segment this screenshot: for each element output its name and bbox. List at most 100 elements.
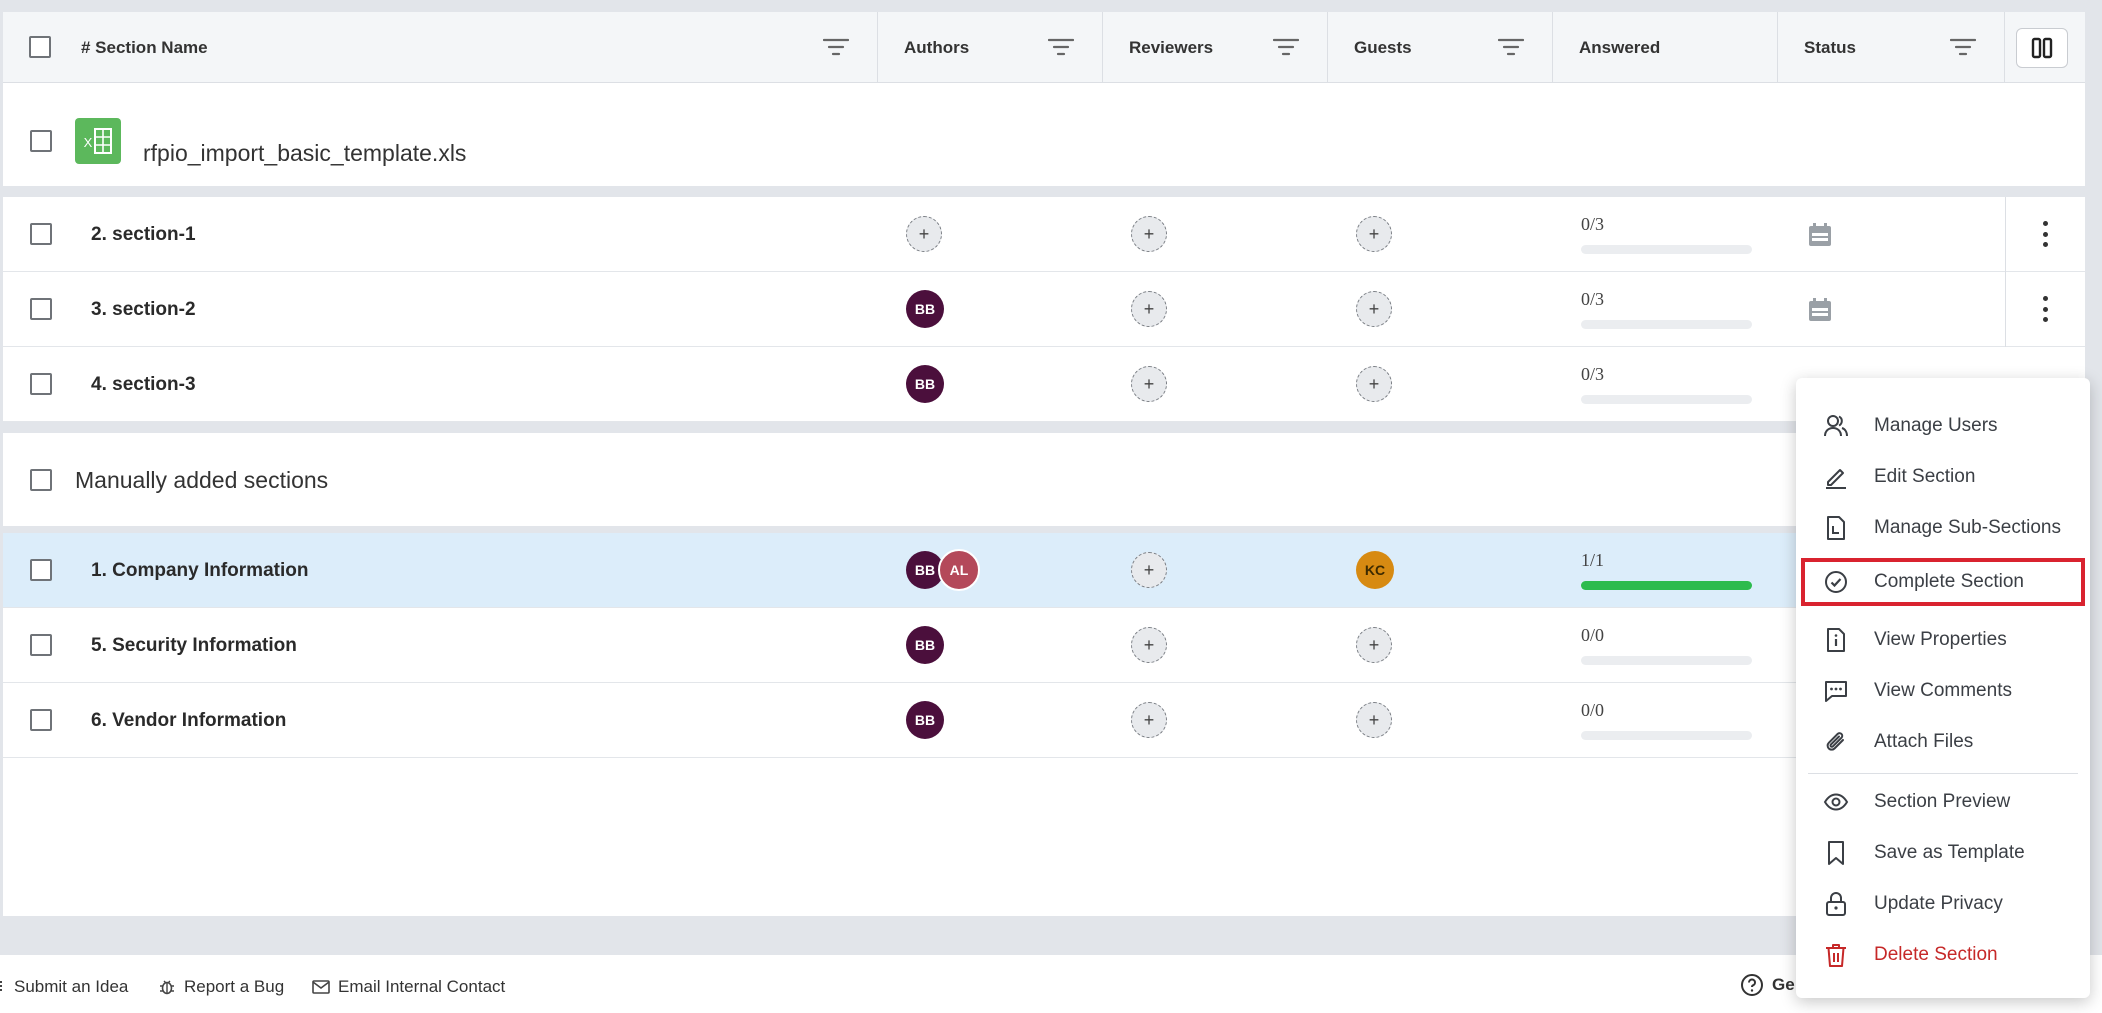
trash-icon	[1822, 941, 1850, 969]
users-icon	[1822, 412, 1850, 440]
sections-table: # Section Name Authors Reviewers Guests …	[3, 12, 2085, 916]
answered-count: 0/3	[1581, 214, 1605, 234]
column-label: Authors	[904, 37, 970, 57]
email-contact-label: Email Internal Contact	[338, 977, 506, 996]
table-row[interactable]: 3. section-2 BB + + 0/3	[3, 272, 2085, 347]
row-checkbox[interactable]	[30, 709, 52, 731]
add-reviewer-button[interactable]: +	[1131, 552, 1167, 588]
group-row-manual[interactable]: Manually added sections	[3, 433, 2085, 526]
section-name: 2. section-1	[91, 224, 196, 245]
lightbulb-icon	[0, 981, 2, 993]
menu-item-label: Delete Section	[1874, 944, 1998, 965]
add-reviewer-button[interactable]: +	[1131, 216, 1167, 252]
avatar[interactable]: BB	[906, 365, 944, 403]
columns-icon	[2031, 37, 2053, 59]
menu-item-complete-section[interactable]: Complete Section	[1801, 558, 2085, 606]
filter-icon[interactable]	[1498, 37, 1524, 57]
help-label: Ge	[1772, 975, 1795, 994]
row-checkbox[interactable]	[30, 223, 52, 245]
filter-icon[interactable]	[1273, 37, 1299, 57]
add-reviewer-button[interactable]: +	[1131, 291, 1167, 327]
avatar[interactable]: BB	[906, 626, 944, 664]
table-row[interactable]: 4. section-3 BB + + 0/3	[3, 347, 2085, 422]
column-answered[interactable]: Answered	[1553, 12, 1778, 83]
add-guest-button[interactable]: +	[1356, 216, 1392, 252]
answered-progress-bar	[1581, 245, 1752, 254]
column-guests[interactable]: Guests	[1328, 12, 1553, 83]
section-name: 6. Vendor Information	[91, 710, 287, 731]
menu-item-delete-section[interactable]: Delete Section	[1796, 931, 2090, 979]
calendar-icon[interactable]	[1807, 222, 1833, 248]
comment-icon	[1822, 677, 1850, 705]
column-label: Reviewers	[1129, 37, 1214, 57]
add-reviewer-button[interactable]: +	[1131, 702, 1167, 738]
row-checkbox[interactable]	[30, 298, 52, 320]
table-row[interactable]: 5. Security Information BB + + 0/0	[3, 608, 2085, 683]
table-row[interactable]: 6. Vendor Information BB + + 0/0	[3, 683, 2085, 758]
answered-count: 0/3	[1581, 364, 1605, 384]
column-label: Guests	[1354, 37, 1412, 57]
group-checkbox[interactable]	[30, 130, 52, 152]
avatar[interactable]: AL	[938, 549, 980, 591]
mail-icon	[312, 980, 330, 994]
menu-item-edit-section[interactable]: Edit Section	[1796, 453, 2090, 501]
add-guest-button[interactable]: +	[1356, 291, 1392, 327]
info-doc-icon	[1822, 626, 1850, 654]
group-checkbox[interactable]	[30, 469, 52, 491]
menu-item-view-comments[interactable]: View Comments	[1796, 667, 2090, 715]
menu-item-section-preview[interactable]: Section Preview	[1796, 778, 2090, 826]
row-checkbox[interactable]	[30, 559, 52, 581]
column-authors[interactable]: Authors	[878, 12, 1103, 83]
menu-divider	[1808, 773, 2078, 774]
menu-item-label: Complete Section	[1874, 571, 2024, 592]
add-reviewer-button[interactable]: +	[1131, 627, 1167, 663]
avatar[interactable]: BB	[906, 290, 944, 328]
report-bug-link[interactable]: Report a Bug	[158, 977, 284, 997]
row-checkbox[interactable]	[30, 373, 52, 395]
section-context-menu: Manage Users Edit Section Manage Sub-Sec…	[1796, 378, 2090, 998]
add-guest-button[interactable]: +	[1356, 366, 1392, 402]
menu-item-label: Save as Template	[1874, 842, 2025, 863]
answered-count: 0/3	[1581, 289, 1605, 309]
table-row[interactable]: 2. section-1 + + + 0/3	[3, 197, 2085, 272]
calendar-icon[interactable]	[1807, 297, 1833, 323]
submit-idea-link[interactable]: Submit an Idea	[0, 977, 128, 997]
eye-icon	[1822, 788, 1850, 816]
menu-item-manage-sub-sections[interactable]: Manage Sub-Sections	[1796, 504, 2090, 552]
row-actions-menu[interactable]	[2040, 221, 2050, 247]
menu-item-label: Manage Sub-Sections	[1874, 517, 2061, 538]
filter-icon[interactable]	[823, 37, 849, 57]
menu-item-update-privacy[interactable]: Update Privacy	[1796, 880, 2090, 928]
select-all-checkbox[interactable]	[29, 36, 51, 58]
report-bug-label: Report a Bug	[184, 977, 285, 996]
add-author-button[interactable]: +	[906, 216, 942, 252]
row-checkbox[interactable]	[30, 634, 52, 656]
row-actions-menu[interactable]	[2040, 296, 2050, 322]
add-guest-button[interactable]: +	[1356, 702, 1392, 738]
add-reviewer-button[interactable]: +	[1131, 366, 1167, 402]
menu-item-attach-files[interactable]: Attach Files	[1796, 718, 2090, 766]
submit-idea-label: Submit an Idea	[14, 977, 129, 996]
filter-icon[interactable]	[1048, 37, 1074, 57]
help-link[interactable]: Ge	[1740, 973, 1795, 997]
menu-item-label: Edit Section	[1874, 466, 1976, 487]
actions-column-divider	[2005, 197, 2006, 347]
column-section-name[interactable]: # Section Name	[3, 12, 878, 83]
table-header: # Section Name Authors Reviewers Guests …	[3, 12, 2085, 83]
group-row-file[interactable]: X rfpio_import_basic_template.xls	[3, 83, 2085, 197]
bookmark-icon	[1822, 839, 1850, 867]
email-contact-link[interactable]: Email Internal Contact	[312, 977, 505, 997]
menu-item-save-as-template[interactable]: Save as Template	[1796, 829, 2090, 877]
filter-icon[interactable]	[1950, 37, 1976, 57]
column-status[interactable]: Status	[1778, 12, 2005, 83]
group-divider	[3, 526, 2085, 533]
column-layout-button[interactable]	[2016, 28, 2068, 68]
column-reviewers[interactable]: Reviewers	[1103, 12, 1328, 83]
group-divider	[3, 186, 2085, 197]
add-guest-button[interactable]: +	[1356, 627, 1392, 663]
avatar[interactable]: KC	[1356, 551, 1394, 589]
menu-item-view-properties[interactable]: View Properties	[1796, 616, 2090, 664]
table-row-selected[interactable]: 1. Company Information BB AL + KC 1/1	[3, 533, 2085, 608]
menu-item-manage-users[interactable]: Manage Users	[1796, 402, 2090, 450]
avatar[interactable]: BB	[906, 701, 944, 739]
